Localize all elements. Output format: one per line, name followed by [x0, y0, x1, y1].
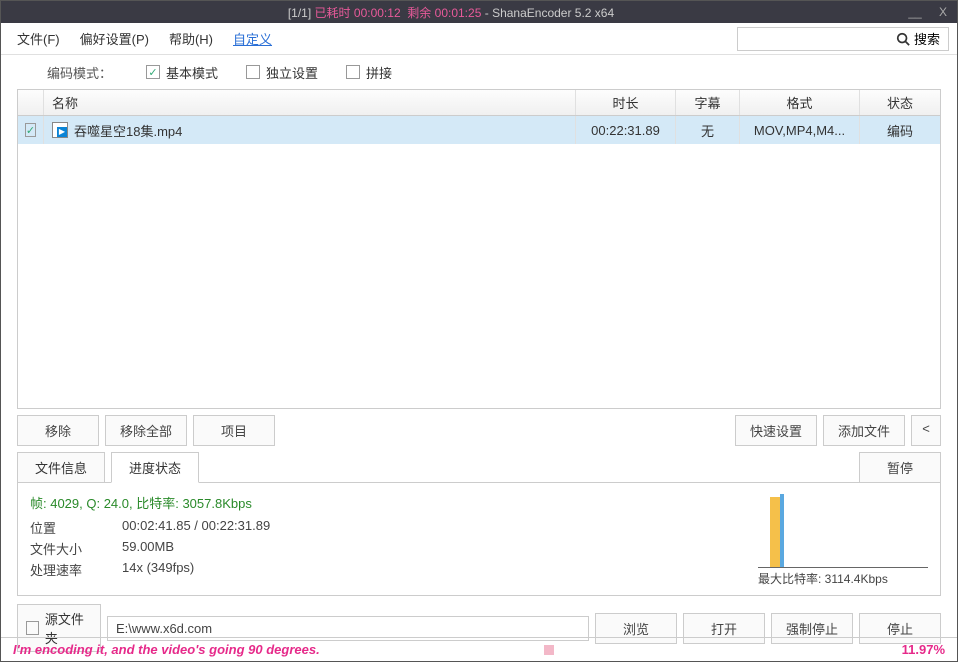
title-progress: [1/1]	[288, 6, 311, 20]
mode-individual-checkbox[interactable]: 独立设置	[246, 63, 318, 82]
checkbox-icon	[346, 65, 360, 79]
row-subtitle: 无	[676, 116, 740, 144]
table-buttons: 移除 移除全部 项目 快速设置 添加文件 <	[17, 415, 941, 446]
menu-prefs[interactable]: 偏好设置(P)	[72, 25, 157, 52]
tab-progress[interactable]: 进度状态	[111, 452, 199, 483]
info-tabs: 文件信息 进度状态 暂停	[17, 452, 941, 483]
status-percent: 11.97%	[890, 642, 945, 657]
close-button[interactable]: X	[929, 5, 957, 19]
search-box: 搜索	[737, 27, 949, 51]
mode-individual-label: 独立设置	[266, 63, 318, 82]
titlebar: [1/1] 已耗时 00:00:12 剩余 00:01:25 - ShanaEn…	[1, 1, 957, 23]
progress-indicator-icon	[544, 645, 554, 655]
title-remain: 00:01:25	[435, 6, 482, 20]
col-duration[interactable]: 时长	[576, 90, 676, 115]
col-format[interactable]: 格式	[740, 90, 860, 115]
col-checkbox[interactable]	[18, 90, 44, 115]
remove-all-button[interactable]: 移除全部	[105, 415, 187, 446]
video-file-icon	[52, 122, 68, 138]
collapse-button[interactable]: <	[911, 415, 941, 446]
bitrate-graph	[758, 493, 928, 568]
checkbox-icon	[246, 65, 260, 79]
pos-value: 00:02:41.85 / 00:22:31.89	[122, 518, 270, 537]
table-header: 名称 时长 字幕 格式 状态	[18, 90, 940, 116]
status-text: I'm encoding it, and the video's going 9…	[13, 642, 320, 657]
add-file-button[interactable]: 添加文件	[823, 415, 905, 446]
max-bitrate-label: 最大比特率: 3114.4Kbps	[758, 570, 928, 587]
encode-mode-row: 编码模式： ✓ 基本模式 独立设置 拼接	[1, 55, 957, 89]
title-appname: ShanaEncoder 5.2 x64	[492, 6, 614, 20]
row-format: MOV,MP4,M4...	[740, 116, 860, 144]
speed-label: 处理速率	[30, 560, 122, 579]
encode-mode-label: 编码模式：	[17, 63, 112, 82]
checkbox-icon	[26, 621, 39, 635]
encode-stats-line: 帧: 4029, Q: 24.0, 比特率: 3057.8Kbps	[30, 493, 758, 512]
graph-bar	[770, 497, 780, 567]
menu-file[interactable]: 文件(F)	[9, 25, 68, 52]
size-label: 文件大小	[30, 539, 122, 558]
col-subtitle[interactable]: 字幕	[676, 90, 740, 115]
pos-label: 位置	[30, 518, 122, 537]
menubar: 文件(F) 偏好设置(P) 帮助(H) 自定义 搜索	[1, 23, 957, 55]
status-bar: I'm encoding it, and the video's going 9…	[1, 637, 957, 661]
row-checkbox-cell[interactable]: ✓	[18, 116, 44, 144]
progress-stats: 帧: 4029, Q: 24.0, 比特率: 3057.8Kbps 位置00:0…	[30, 493, 758, 587]
mode-concat-label: 拼接	[366, 63, 392, 82]
titlebar-text: [1/1] 已耗时 00:00:12 剩余 00:01:25 - ShanaEn…	[1, 4, 901, 21]
minimize-button[interactable]: __	[901, 5, 929, 19]
mode-basic-label: 基本模式	[166, 63, 218, 82]
quick-settings-button[interactable]: 快速设置	[735, 415, 817, 446]
col-status[interactable]: 状态	[860, 90, 940, 115]
mode-basic-checkbox[interactable]: ✓ 基本模式	[146, 63, 218, 82]
search-button[interactable]: 搜索	[888, 29, 948, 48]
table-row[interactable]: ✓ 吞噬星空18集.mp4 00:22:31.89 无 MOV,MP4,M4..…	[18, 116, 940, 144]
menu-help[interactable]: 帮助(H)	[161, 25, 221, 52]
title-remain-label: 剩余	[407, 6, 431, 20]
project-button[interactable]: 项目	[193, 415, 275, 446]
search-input[interactable]	[738, 32, 888, 46]
menu-custom[interactable]: 自定义	[225, 25, 280, 52]
remove-button[interactable]: 移除	[17, 415, 99, 446]
size-value: 59.00MB	[122, 539, 174, 558]
title-elapsed: 00:00:12	[354, 6, 401, 20]
title-elapsed-label: 已耗时	[315, 6, 351, 20]
row-name: 吞噬星空18集.mp4	[74, 121, 182, 140]
search-icon	[896, 32, 910, 46]
search-button-label: 搜索	[914, 29, 940, 48]
title-app: -	[485, 6, 492, 20]
progress-panel: 帧: 4029, Q: 24.0, 比特率: 3057.8Kbps 位置00:0…	[17, 482, 941, 596]
file-table: 名称 时长 字幕 格式 状态 ✓ 吞噬星空18集.mp4 00:22:31.89…	[17, 89, 941, 409]
pause-button[interactable]: 暂停	[859, 452, 941, 483]
checkbox-icon: ✓	[25, 123, 36, 137]
checkbox-icon: ✓	[146, 65, 160, 79]
table-body: ✓ 吞噬星空18集.mp4 00:22:31.89 无 MOV,MP4,M4..…	[18, 116, 940, 408]
row-duration: 00:22:31.89	[576, 116, 676, 144]
speed-value: 14x (349fps)	[122, 560, 194, 579]
mode-concat-checkbox[interactable]: 拼接	[346, 63, 392, 82]
row-status: 编码	[860, 116, 940, 144]
row-name-cell: 吞噬星空18集.mp4	[44, 116, 576, 144]
graph-bar	[780, 494, 784, 567]
bitrate-graph-box: 最大比特率: 3114.4Kbps	[758, 493, 928, 587]
col-name[interactable]: 名称	[44, 90, 576, 115]
tab-file-info[interactable]: 文件信息	[17, 452, 105, 483]
